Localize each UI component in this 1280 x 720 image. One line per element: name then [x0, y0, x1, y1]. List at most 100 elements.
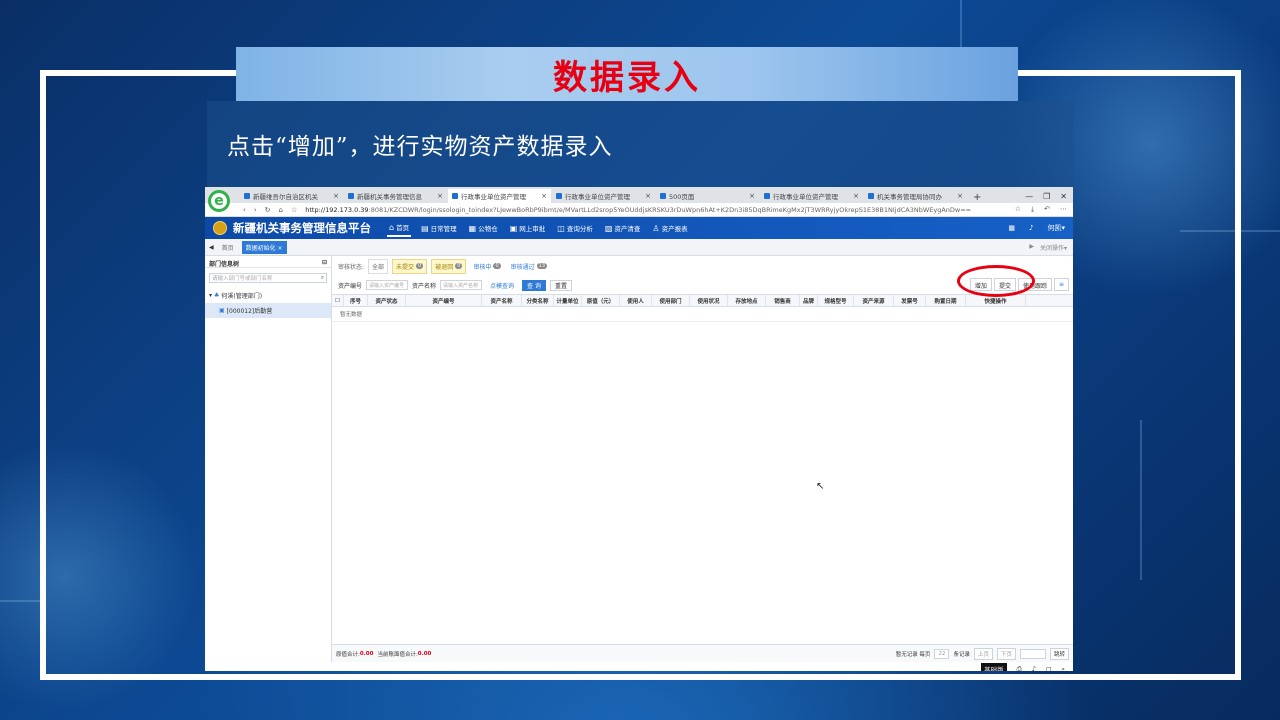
close-icon[interactable]: × [645, 192, 651, 200]
close-ops-menu[interactable]: 关闭操作▾ [1040, 243, 1067, 252]
browser-tab[interactable]: 新疆维吾尔自治区机关 × [240, 189, 343, 203]
user-menu[interactable]: 何凯▾ [1047, 223, 1065, 233]
ime-indicator[interactable]: 基础版 [981, 663, 1007, 671]
collapse-panel-icon[interactable]: ⊟ [322, 259, 327, 266]
filter-reviewing[interactable]: 审核中 0 [470, 260, 503, 273]
filter-approved[interactable]: 审核通过 13 [508, 260, 550, 273]
tree-node-root[interactable]: ▾ ♣ 何溪(管理部门) [205, 288, 331, 303]
nav-query[interactable]: ◫ 查询分析 [555, 220, 595, 236]
tree-node-child[interactable]: ▣ [000012]后勤营 [205, 303, 331, 318]
star-icon[interactable]: ☆ [1015, 205, 1021, 214]
filter-not-submitted[interactable]: 未提交 0 [392, 258, 428, 274]
forward-icon[interactable]: › [254, 206, 257, 214]
nav-warehouse[interactable]: ▦ 公物仓 [467, 220, 500, 236]
original-total-value: 0.00 [359, 650, 374, 657]
nav-approval[interactable]: ▣ 网上审批 [508, 220, 548, 236]
new-tab-button[interactable]: + [967, 192, 987, 203]
browser-tab[interactable]: 行政事业单位资产管理 × [760, 189, 863, 203]
browser-tab[interactable]: 新疆机关事务管理信息 × [344, 189, 447, 203]
subtab-home[interactable]: 首页 [218, 241, 238, 254]
department-search-input[interactable]: 请输入部门号或部门名称 ⌕ [209, 273, 327, 283]
column-header[interactable]: 规格型号 [818, 295, 854, 306]
column-header[interactable]: 序号 [344, 295, 368, 306]
filter-all[interactable]: 全部 [368, 258, 389, 274]
back-icon[interactable]: ‹ [243, 206, 246, 214]
close-icon[interactable]: × [749, 192, 755, 200]
warehouse-icon: ▦ [468, 223, 477, 233]
column-header[interactable]: 品牌 [800, 295, 818, 306]
column-header[interactable]: 使用人 [620, 295, 652, 306]
column-header[interactable]: 存放地点 [728, 295, 766, 306]
close-icon[interactable]: × [541, 192, 547, 200]
restore-icon[interactable]: ❐ [1043, 192, 1050, 201]
bell-icon[interactable]: ♪ [1029, 224, 1033, 232]
column-query-button[interactable]: 点模查询 [486, 280, 518, 291]
select-all-checkbox[interactable]: ☐ [332, 295, 344, 306]
close-icon[interactable]: × [437, 192, 443, 200]
nav-label: 资产清查 [614, 225, 641, 233]
search-icon[interactable]: ⌕ [321, 275, 324, 282]
column-header[interactable]: 销售商 [766, 295, 800, 306]
browser-tab[interactable]: 机关事务管理局协同办 × [864, 189, 967, 203]
prev-page-button[interactable]: 上页 [973, 647, 993, 660]
calendar-icon[interactable]: ▦ [1008, 224, 1015, 232]
collapse-icon[interactable]: ◀ [209, 244, 214, 251]
search-icon[interactable]: ⌕ [1061, 665, 1065, 672]
nav-label: 公物仓 [478, 225, 498, 233]
nav-inventory[interactable]: ▧ 资产清查 [603, 220, 643, 236]
column-header[interactable]: 发票号 [894, 295, 926, 306]
nav-daily[interactable]: ▤ 日常管理 [419, 220, 459, 236]
print-icon[interactable]: ⎙ [1017, 665, 1022, 672]
asset-name-input[interactable]: 请输入资产名称 [440, 280, 483, 290]
url-field[interactable]: http://192.173.0.39:8081/KZCDWR/login/ss… [305, 206, 1007, 214]
column-header[interactable]: 资产编号 [406, 295, 482, 306]
nav-home[interactable]: ⌂ 首页 [387, 219, 412, 237]
home-icon[interactable]: ⌂ [279, 206, 283, 214]
jump-button[interactable]: 跳转 [1049, 647, 1069, 660]
page-icon [660, 193, 666, 199]
window-icon[interactable]: ◻ [1046, 665, 1051, 671]
mouse-cursor-icon: ↖ [816, 481, 825, 492]
column-header[interactable]: 资产名称 [482, 295, 522, 306]
refresh-icon[interactable]: ↻ [265, 206, 271, 214]
reset-button[interactable]: 重置 [549, 279, 572, 291]
column-header[interactable]: 使用部门 [652, 295, 690, 306]
favorite-icon[interactable]: ☆ [291, 206, 297, 214]
column-header[interactable]: 资产状态 [368, 295, 406, 306]
app-title: 新疆机关事务管理信息平台 [233, 221, 371, 235]
column-header[interactable]: 购置日期 [926, 295, 966, 306]
sound-icon[interactable]: ♪ [1032, 665, 1036, 671]
more-icon[interactable]: ⋯ [1060, 205, 1067, 214]
search-button[interactable]: 查 询 [522, 279, 546, 291]
nav-label: 资产报表 [661, 225, 688, 233]
subtab-data-init[interactable]: 数据初始化 × [241, 240, 287, 254]
next-page-button[interactable]: 下页 [996, 647, 1016, 660]
slide-caption-bar: 点击“增加”，进行实物资产数据录入 [207, 101, 1074, 187]
browser-tab[interactable]: 500页面 × [656, 189, 759, 203]
close-icon[interactable]: × [957, 192, 963, 200]
chip-label: 被退回 [435, 263, 454, 271]
undo-icon[interactable]: ↶ [1044, 205, 1050, 214]
expand-icon[interactable]: ▾ [209, 292, 212, 299]
nav-report[interactable]: ♙ 资产报表 [650, 220, 689, 236]
download-icon[interactable]: ⤓ [1031, 205, 1034, 214]
browser-tab[interactable]: 行政事业单位资产管理 × [552, 189, 655, 203]
close-icon[interactable]: × [853, 192, 859, 200]
filter-returned[interactable]: 被退回 0 [431, 258, 467, 274]
page-size-select[interactable]: 22 [934, 648, 950, 659]
column-header[interactable]: 分类名称 [522, 295, 554, 306]
column-header[interactable]: 原值（元） [582, 295, 620, 306]
close-window-icon[interactable]: ✕ [1060, 192, 1067, 201]
close-icon[interactable]: × [333, 192, 339, 200]
menu-icon[interactable]: ≡ [1053, 278, 1069, 291]
play-icon[interactable]: ▶ [1029, 243, 1034, 252]
page-icon [348, 193, 354, 199]
asset-no-input[interactable]: 请输入资产编号 [366, 280, 409, 290]
column-header[interactable]: 资产来源 [854, 295, 894, 306]
page-jump-input[interactable] [1019, 648, 1046, 659]
address-bar: ‹ › ↻ ⌂ ☆ http://192.173.0.39:8081/KZCDW… [205, 203, 1073, 217]
column-header[interactable]: 使用状况 [690, 295, 728, 306]
minimize-icon[interactable]: — [1025, 192, 1033, 201]
column-header[interactable]: 计量单位 [554, 295, 582, 306]
browser-tab-active[interactable]: 行政事业单位资产管理 × [448, 189, 551, 203]
